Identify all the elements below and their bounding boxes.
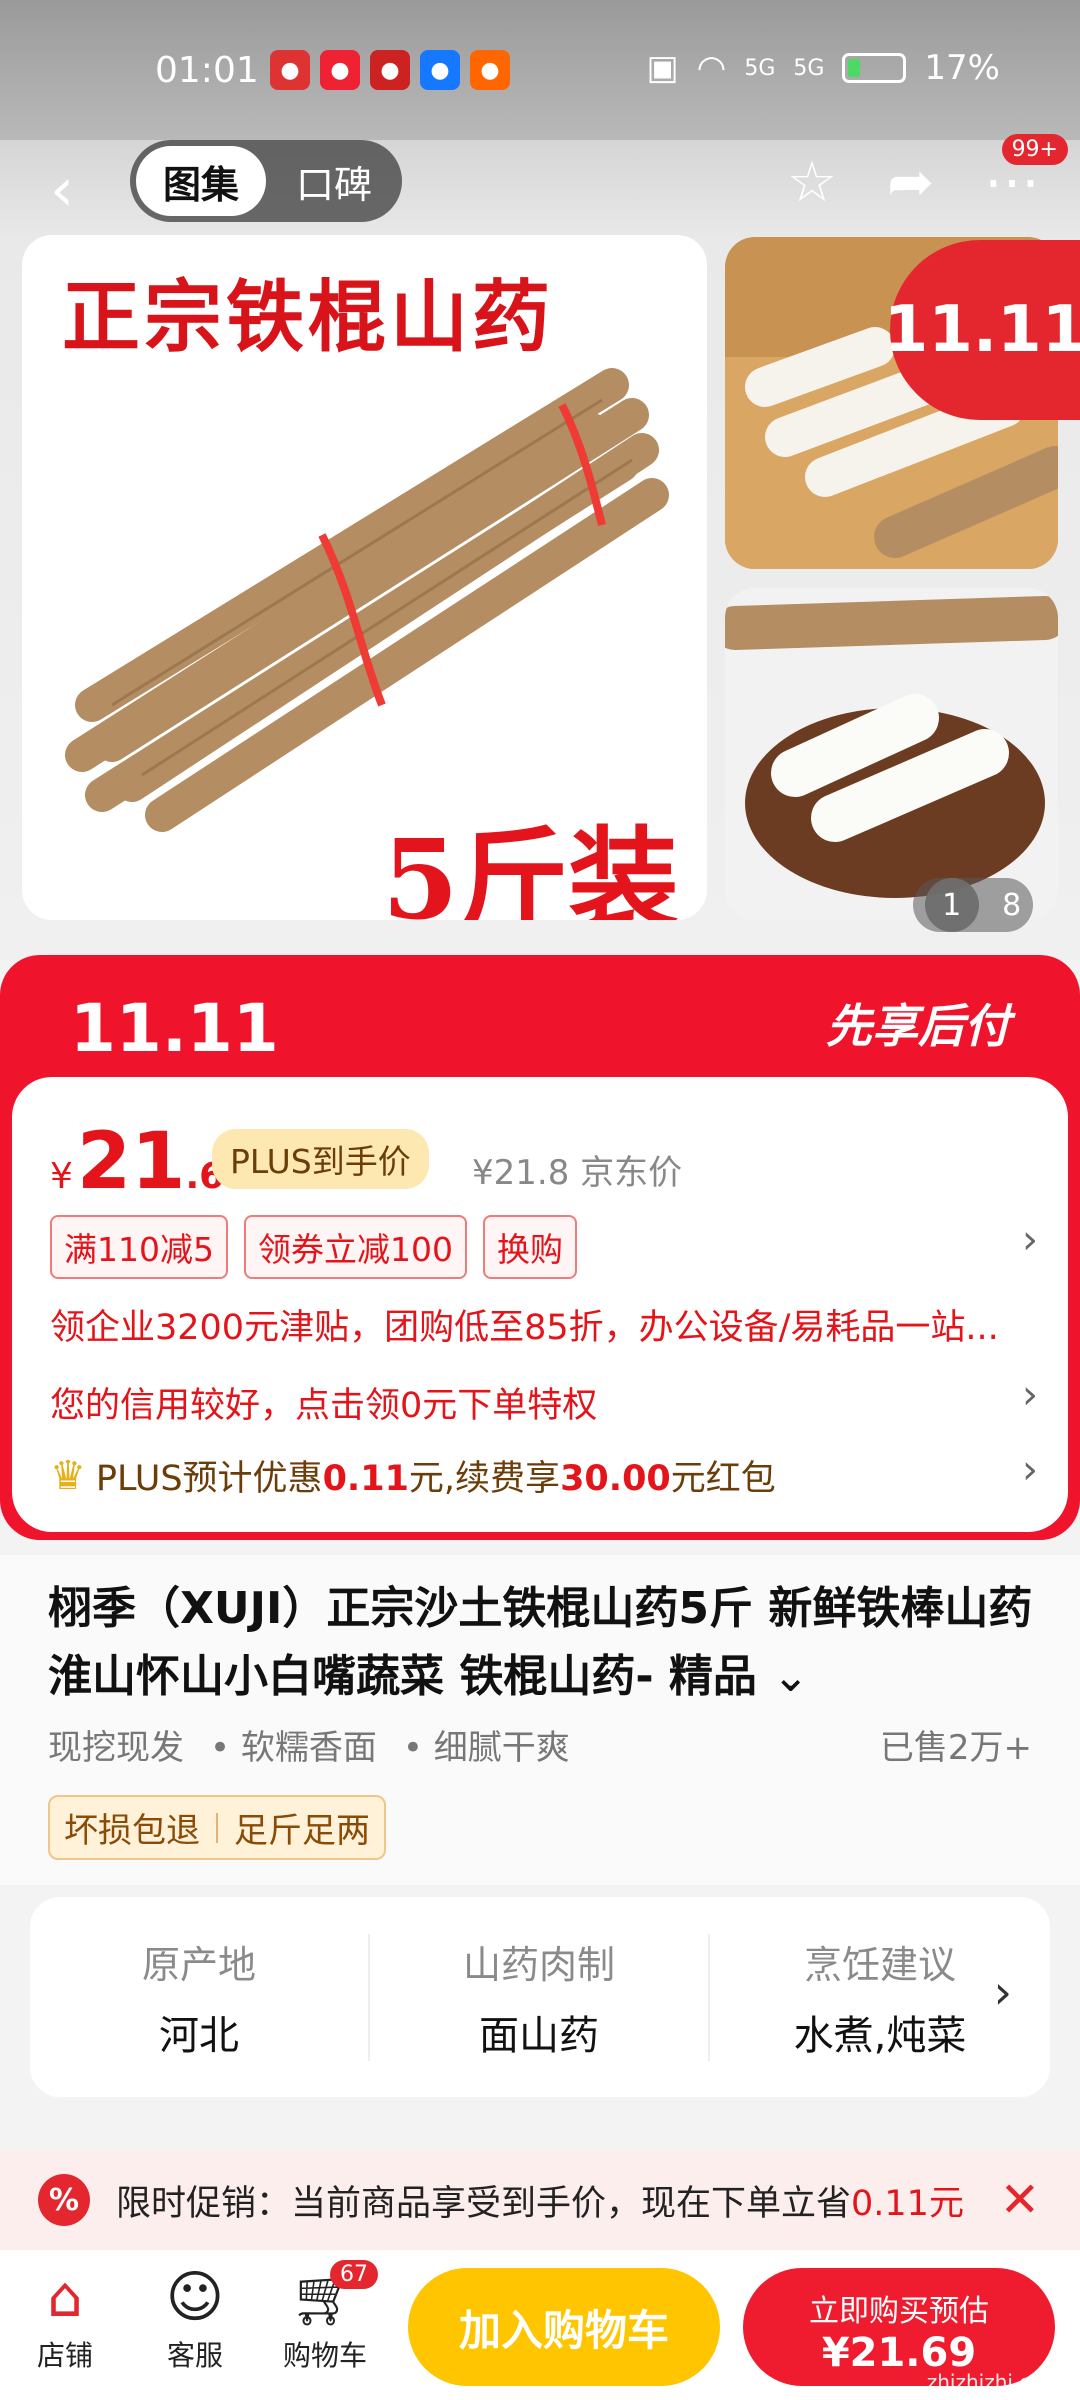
guarantee-item: 足斤足两 — [234, 1811, 370, 1851]
attribute-key: 原产地 — [141, 1942, 256, 1987]
pager-total: 8 — [1002, 887, 1022, 923]
credit-offer[interactable]: 您的信用较好，点击领0元下单特权 — [50, 1377, 597, 1428]
view-toggle: 图集 口碑 — [130, 140, 402, 222]
service-label: 客服 — [166, 2339, 223, 2372]
status-time: 01:01 — [155, 50, 259, 91]
tab-gallery[interactable]: 图集 — [136, 146, 266, 216]
cart-badge: 67 — [330, 2260, 378, 2289]
pay-later-label[interactable]: 先享后付 — [826, 990, 1010, 1056]
promo-text-prefix: 限时促销：当前商品享受到手价，现在下单立省 — [116, 2183, 852, 2224]
app-notification-icon: ● — [270, 50, 310, 90]
attribute-value: 面山药 — [479, 2012, 599, 2059]
gallery-pager: 1 8 — [913, 878, 1033, 932]
top-nav: ‹ 图集 口碑 ☆ ➦ ⋯ 99+ — [0, 134, 1080, 240]
app-notification-icon: ● — [370, 50, 410, 90]
plus-mid: 元,续费享 — [408, 1459, 561, 1499]
app-notification-icon: ● — [470, 50, 510, 90]
attribute-item: 山药肉制 面山药 — [370, 1933, 710, 2061]
signal-icon: 5G — [744, 55, 776, 81]
coupon-list[interactable]: 满110减5 领券立减100 换购 — [50, 1215, 577, 1279]
plus-bonus: 30.00 — [560, 1459, 671, 1499]
bottom-action-bar: ⌂ 店铺 ☺ 客服 🛒︎ 67 购物车 加入购物车 立即购买预估 ¥21.69 … — [0, 2250, 1080, 2400]
chevron-down-icon[interactable]: ⌄ — [772, 1651, 809, 1702]
product-title[interactable]: 栩季（XUJI）正宗沙土铁棍山药5斤 新鲜铁棒山药淮山怀山小白嘴蔬菜 铁棍山药-… — [48, 1575, 1038, 1711]
attribute-key: 山药肉制 — [462, 1942, 615, 1987]
battery-level: 17% — [924, 48, 1000, 88]
guarantee-item: 坏损包退 — [64, 1811, 200, 1851]
wifi-icon: ◠ — [696, 48, 727, 88]
double11-logo: 11.11 — [70, 990, 279, 1067]
promo-banner[interactable]: % 限时促销：当前商品享受到手价，现在下单立省0.11元 ✕ — [0, 2150, 1080, 2250]
chevron-right-icon[interactable]: › — [1022, 1372, 1038, 1418]
promo-amount: 0.11元 — [851, 2183, 964, 2224]
coupon-tag[interactable]: 满110减5 — [50, 1215, 228, 1279]
plus-benefit[interactable]: ♛ PLUS预计优惠0.11元,续费享30.00元红包 — [50, 1450, 776, 1501]
thumbnail-image[interactable] — [725, 588, 1058, 920]
service-guarantee[interactable]: 坏损包退 足斤足两 — [48, 1795, 386, 1860]
double11-badge: 11.11 — [884, 240, 1080, 420]
close-icon[interactable]: ✕ — [1000, 2172, 1040, 2228]
share-icon[interactable]: ➦ — [887, 150, 934, 215]
battery-icon — [842, 53, 907, 83]
discount-icon: % — [38, 2174, 90, 2226]
price-currency: ¥ — [50, 1156, 73, 1197]
status-bar: 01:01 ● ● ● ● ● ▣ ◠ 5G 5G 17% — [0, 0, 1080, 140]
customer-service-button[interactable]: ☺ 客服 — [140, 2262, 250, 2374]
nav-actions: ☆ ➦ ⋯ — [787, 150, 1040, 215]
sold-count: 已售2万+ — [879, 1728, 1032, 1768]
buy-now-button[interactable]: 立即购买预估 ¥21.69 — [743, 2268, 1055, 2386]
pager-current: 1 — [924, 878, 979, 932]
feature-item: • 细腻干爽 — [402, 1728, 570, 1768]
nfc-icon: ▣ — [646, 48, 679, 88]
shop-icon: ⌂ — [47, 2265, 83, 2330]
business-offer[interactable]: 领企业3200元津贴，团购低至85折，办公设备/易耗品一站... — [50, 1299, 1030, 1350]
favorite-star-icon[interactable]: ☆ — [787, 150, 837, 215]
cart-button[interactable]: 🛒︎ 67 购物车 — [270, 2260, 380, 2374]
message-badge: 99+ — [1001, 134, 1068, 165]
coupon-tag[interactable]: 换购 — [482, 1215, 577, 1279]
buy-now-label: 立即购买预估 — [809, 2294, 989, 2329]
plus-prefix: PLUS预计优惠 — [95, 1459, 323, 1499]
chevron-right-icon[interactable]: › — [1022, 1217, 1038, 1263]
product-attributes[interactable]: 原产地 河北 山药肉制 面山药 烹饪建议 水煮,炖菜 › — [30, 1897, 1050, 2097]
service-icon: ☺ — [165, 2265, 225, 2330]
feature-list: 现挖现发 • 软糯香面 • 细腻干爽 — [48, 1720, 570, 1769]
price-integer: 21 — [76, 1117, 186, 1207]
add-to-cart-button[interactable]: 加入购物车 — [408, 2268, 720, 2386]
watermark: zhizhizhi.com — [926, 2370, 1062, 2394]
main-product-image[interactable]: 正宗铁棍山药 5斤装 — [22, 235, 707, 920]
signal-icon-2: 5G — [793, 55, 825, 81]
chevron-right-icon[interactable]: › — [994, 1965, 1012, 2019]
feature-item: 现挖现发 — [48, 1728, 184, 1768]
shop-button[interactable]: ⌂ 店铺 — [10, 2262, 120, 2374]
sliced-yam-image — [725, 596, 1058, 898]
notification-icons: ● ● ● ● ● — [270, 50, 510, 90]
crown-icon: ♛ — [50, 1452, 86, 1499]
cart-label: 购物车 — [282, 2339, 367, 2372]
jd-price: ¥21.8 京东价 — [472, 1153, 683, 1193]
coupon-tag[interactable]: 领券立减100 — [243, 1215, 467, 1279]
plus-amount: 0.11 — [322, 1459, 409, 1499]
tab-reviews[interactable]: 口碑 — [266, 154, 402, 209]
attribute-item: 原产地 河北 — [30, 1933, 370, 2061]
pack-label: 5斤装 — [382, 815, 679, 920]
product-title-text: 栩季（XUJI）正宗沙土铁棍山药5斤 新鲜铁棒山药淮山怀山小白嘴蔬菜 铁棍山药-… — [48, 1583, 1033, 1702]
divider — [216, 1812, 218, 1843]
shop-label: 店铺 — [36, 2339, 93, 2372]
feature-item: • 软糯香面 — [210, 1728, 377, 1768]
chevron-right-icon[interactable]: › — [1022, 1447, 1038, 1493]
status-right: ▣ ◠ 5G 5G 17% — [647, 48, 1000, 88]
plus-price-tag: PLUS到手价 — [212, 1129, 429, 1189]
back-icon[interactable]: ‹ — [50, 160, 74, 220]
alipay-icon: ● — [420, 50, 460, 90]
app-notification-icon: ● — [320, 50, 360, 90]
plus-suffix: 元红包 — [670, 1459, 776, 1499]
price-card: ¥ 21 .69 PLUS到手价 ¥21.8 京东价 满110减5 领券立减10… — [12, 1077, 1068, 1532]
attribute-value: 河北 — [159, 2012, 239, 2059]
product-info: 栩季（XUJI）正宗沙土铁棍山药5斤 新鲜铁棒山药淮山怀山小白嘴蔬菜 铁棍山药-… — [0, 1555, 1080, 1885]
promo-text: 限时促销：当前商品享受到手价，现在下单立省0.11元 — [116, 2175, 964, 2226]
